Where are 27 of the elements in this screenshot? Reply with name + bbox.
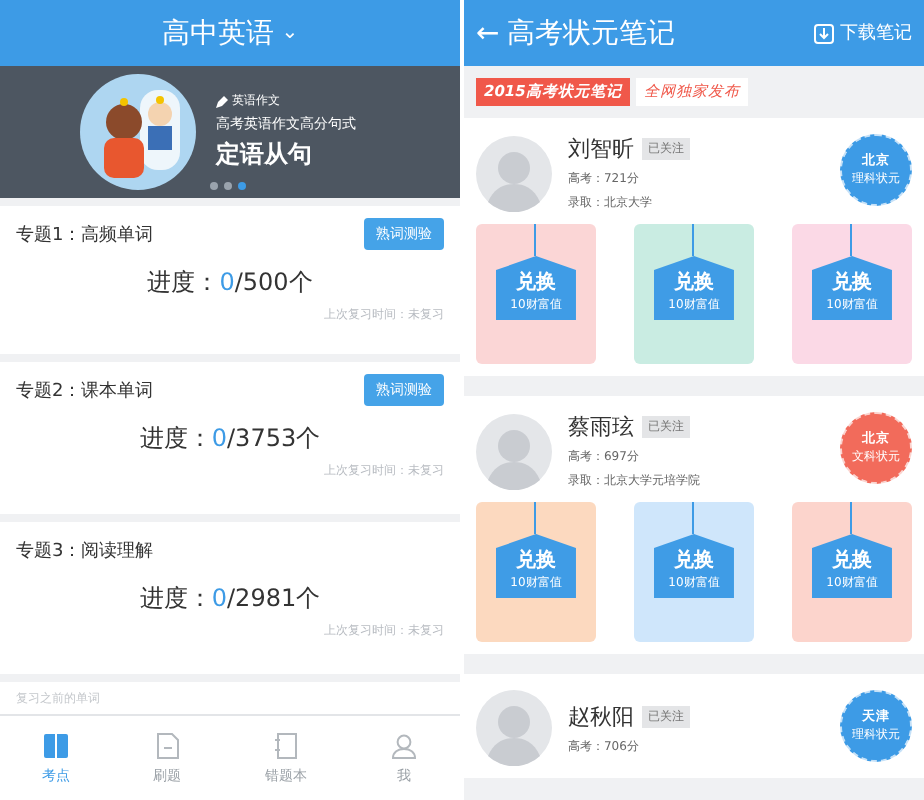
student-name: 蔡雨玹 [567,412,634,442]
book-icon [41,731,70,759]
avatar-icon [475,690,552,766]
topic-title: 专题2：课本单词 [16,379,154,403]
download-button[interactable]: 下载笔记 [813,20,912,46]
progress-text: 进度：0/3753个 [139,422,321,456]
avatar-icon [475,135,552,211]
topic-title: 专题1：高频单词 [16,223,154,247]
page-dot[interactable] [238,182,246,190]
subject-title[interactable]: 高中英语 [161,15,274,51]
download-icon [813,23,834,43]
document-icon [153,731,182,759]
back-button[interactable]: ← [475,17,500,49]
progress-text: 进度：0/500个 [147,266,313,300]
page-dot[interactable] [224,182,232,190]
page-dot[interactable] [210,182,218,190]
notebook-icon [271,731,300,759]
banner-title: 定语从句 [216,138,314,172]
avatar-icon [475,413,552,489]
progress-text: 进度：0/2981个 [139,582,321,616]
topic-title: 专题3：阅读理解 [16,539,154,563]
student-name: 刘智昕 [567,134,634,164]
person-icon [390,731,419,759]
caret-icon[interactable]: ⌄ [281,22,299,44]
student-name: 赵秋阳 [567,701,634,731]
page-title: 高考状元笔记 [507,15,676,51]
pencil-icon [216,95,228,107]
